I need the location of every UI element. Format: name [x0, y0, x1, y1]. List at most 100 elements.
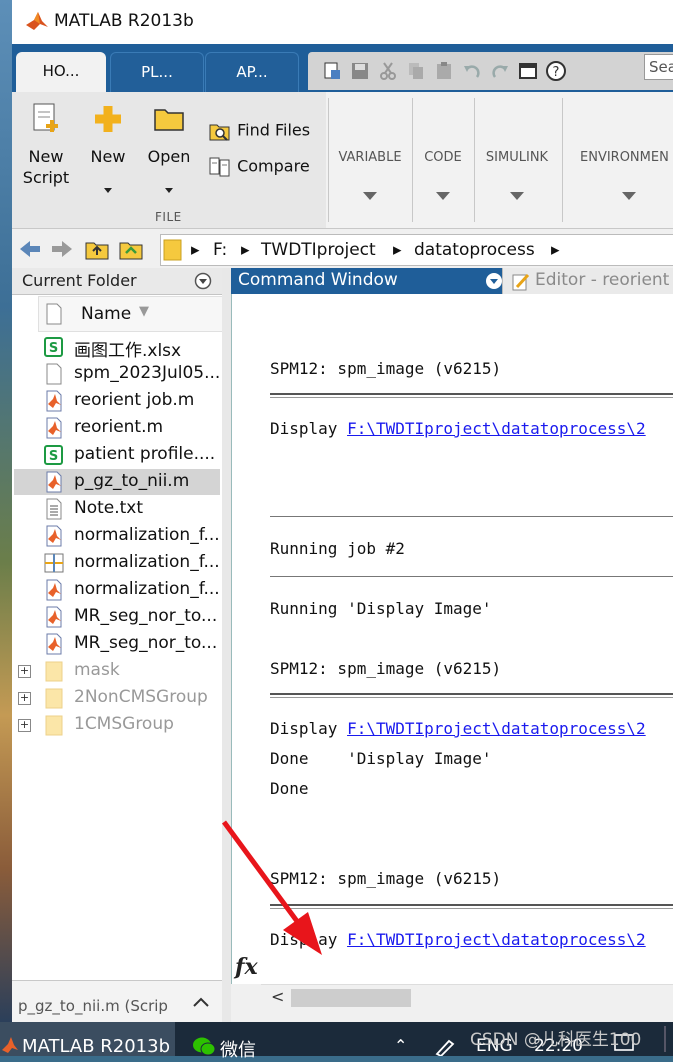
simulink-label: SIMULINK [485, 150, 549, 165]
new-file-icon[interactable] [322, 61, 342, 81]
details-file-label: p_gz_to_nii.m (Scrip [18, 997, 168, 1015]
help-icon[interactable]: ? [546, 61, 566, 81]
simulink-group[interactable]: SIMULINK [478, 150, 556, 214]
ribbon-home: New Script New Open Find Files Compare F… [12, 92, 673, 228]
up-folder-icon[interactable] [84, 237, 110, 261]
code-group[interactable]: CODE [416, 150, 470, 214]
crumb-separator: ▸ [393, 240, 402, 260]
file-row[interactable]: reorient.m [12, 416, 222, 443]
file-row[interactable]: MR_seg_nor_to... [12, 605, 222, 632]
save-icon[interactable] [350, 61, 370, 81]
new-script-line2: Script [22, 168, 70, 187]
redo-icon[interactable] [490, 61, 510, 81]
tray-chevron-up-icon[interactable]: ⌃ [394, 1036, 407, 1055]
matlab-file-icon [44, 390, 64, 412]
switch-windows-icon[interactable] [518, 61, 538, 81]
pen-tray-icon[interactable] [434, 1038, 456, 1056]
file-name: p_gz_to_nii.m [74, 471, 190, 491]
back-arrow-icon[interactable] [18, 238, 42, 260]
file-row[interactable]: MR_seg_nor_to... [12, 632, 222, 659]
tab-apps[interactable]: AP... [205, 52, 299, 93]
new-script-button[interactable]: New Script [20, 100, 72, 188]
crumb-separator: ▸ [551, 240, 560, 260]
taskbar-wechat[interactable]: 微信 [188, 1022, 288, 1061]
folder-row[interactable]: +1CMSGroup [12, 713, 222, 740]
current-folder-path[interactable]: ▸ F: ▸ TWDTIproject ▸ datatoprocess ▸ [160, 234, 673, 266]
crumb-drive[interactable]: F: [213, 240, 227, 260]
new-dropdown-icon [104, 188, 112, 193]
file-row[interactable]: S 画图工作.xlsx [12, 335, 222, 362]
folder-row[interactable]: + mask [12, 659, 222, 686]
function-browser-button[interactable]: fx [231, 952, 261, 984]
folder-row[interactable]: +2NonCMSGroup [12, 686, 222, 713]
file-row[interactable]: spm_2023Jul05... [12, 362, 222, 389]
file-name: spm_2023Jul05... [74, 363, 220, 383]
name-column-header[interactable]: Name ▼ [38, 296, 224, 332]
command-window-actions-icon[interactable] [485, 272, 503, 290]
name-header-label: Name [81, 304, 132, 324]
svg-text:?: ? [553, 65, 560, 80]
editor-tab[interactable]: Editor - reorient [502, 268, 673, 294]
matlab-logo-icon [26, 12, 48, 30]
folder-name: 2NonCMSGroup [74, 687, 208, 707]
file-row[interactable]: normalization_f... [12, 551, 222, 578]
crumb-datatoprocess[interactable]: datatoprocess [414, 240, 535, 260]
open-button[interactable]: Open [142, 100, 196, 193]
csdn-watermark: CSDN @儿科医生100 [470, 1030, 642, 1050]
show-desktop-button[interactable] [664, 1026, 666, 1052]
panel-splitter[interactable] [222, 268, 231, 1022]
scroll-left-icon[interactable]: < [271, 987, 284, 1006]
title-bar: MATLAB R2013b [12, 0, 673, 44]
wechat-icon [193, 1037, 216, 1056]
current-folder-panel: Current Folder Name ▼ S 画图工作.xlsx spm_2023… [12, 268, 224, 1022]
ribbon-separator [474, 98, 475, 222]
file-link[interactable]: F:\TWDTIproject\datatoprocess\2 [347, 419, 646, 438]
file-link[interactable]: F:\TWDTIproject\datatoprocess\2 [347, 719, 646, 738]
expand-plus-icon[interactable]: + [18, 692, 31, 705]
file-link[interactable]: F:\TWDTIproject\datatoprocess\2 [347, 930, 646, 949]
file-row[interactable]: normalization_f... [12, 578, 222, 605]
output-rule [270, 393, 673, 398]
forward-arrow-icon[interactable] [50, 238, 74, 260]
compare-button[interactable]: Compare [208, 156, 322, 178]
text-file-icon [44, 498, 64, 520]
paste-icon[interactable] [434, 61, 454, 81]
environment-group[interactable]: ENVIRONMEN [568, 150, 673, 214]
ribbon-separator [562, 98, 563, 222]
scrollbar-thumb[interactable] [291, 989, 411, 1007]
file-row[interactable]: reorient job.m [12, 389, 222, 416]
command-window-output[interactable]: SPM12: spm_image (v6215) Display F:\TWDT… [231, 294, 673, 984]
file-row[interactable]: Spatient profile.... [12, 443, 222, 470]
undo-icon[interactable] [462, 61, 482, 81]
ribbon-tab-bar: HO... PL... AP... ? Sea [12, 44, 673, 93]
sort-desc-icon: ▼ [139, 304, 149, 319]
search-documentation-input[interactable]: Sea [644, 54, 673, 80]
matlab-file-icon [44, 606, 64, 628]
environment-dropdown-icon [622, 192, 636, 200]
variable-group[interactable]: VARIABLE [334, 150, 406, 214]
output-text: Display [270, 719, 348, 738]
browse-folder-icon[interactable] [118, 237, 144, 261]
file-name: MR_seg_nor_to... [74, 606, 218, 626]
crumb-project[interactable]: TWDTIproject [261, 240, 376, 260]
file-row[interactable]: normalization_f... [12, 524, 222, 551]
matlab-window: MATLAB R2013b HO... PL... AP... ? Sea Ne… [12, 0, 673, 1022]
document-icon [44, 363, 64, 385]
file-row[interactable]: Note.txt [12, 497, 222, 524]
taskbar-matlab[interactable]: MATLAB R2013b [0, 1022, 175, 1057]
cut-icon[interactable] [378, 61, 398, 81]
expand-plus-icon[interactable]: + [18, 719, 31, 732]
file-row[interactable]: p_gz_to_nii.m [12, 470, 222, 497]
new-button[interactable]: New [82, 100, 134, 193]
panel-actions-icon[interactable] [194, 272, 212, 290]
chevron-up-icon[interactable] [192, 995, 210, 1009]
svg-text:S: S [49, 449, 58, 464]
tab-home[interactable]: HO... [16, 52, 106, 92]
tab-plots-label: PL... [141, 63, 173, 81]
tab-plots[interactable]: PL... [110, 52, 204, 93]
expand-plus-icon[interactable]: + [18, 665, 31, 678]
horizontal-scrollbar[interactable]: < [261, 984, 673, 1011]
find-files-button[interactable]: Find Files [208, 120, 322, 142]
file-name: Note.txt [74, 498, 144, 518]
copy-icon[interactable] [406, 61, 426, 81]
